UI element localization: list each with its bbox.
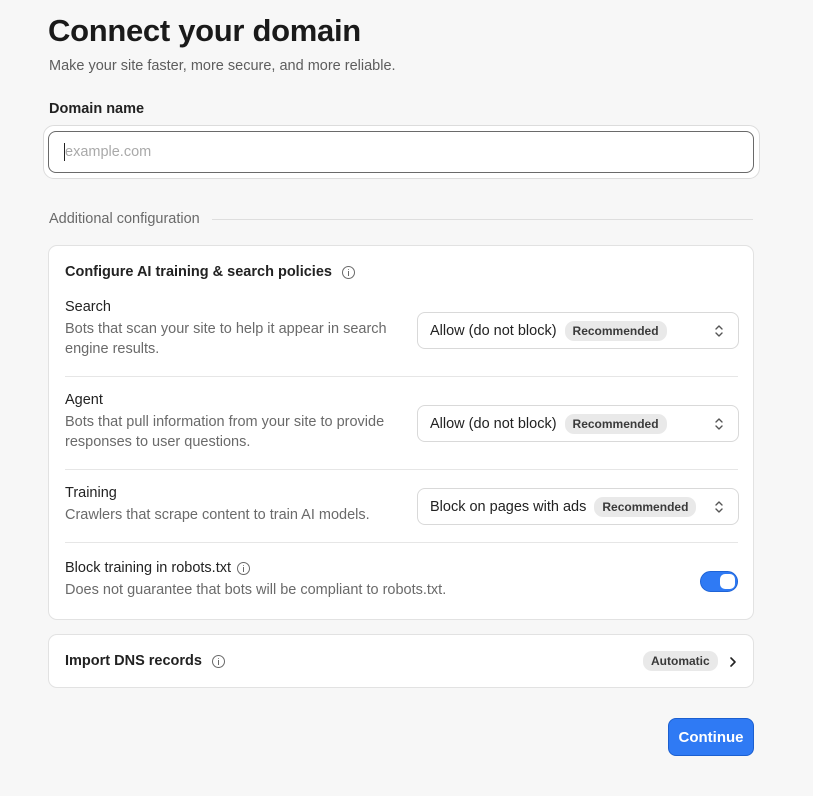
- row-divider: [65, 469, 738, 470]
- training-policy-select[interactable]: Block on pages with ads Recommended: [417, 488, 739, 525]
- toggle-knob: [720, 574, 735, 589]
- import-dns-title-text: Import DNS records: [65, 653, 202, 669]
- page-subtitle: Make your site faster, more secure, and …: [49, 58, 396, 74]
- robots-toggle[interactable]: [700, 571, 738, 592]
- row-divider: [65, 542, 738, 543]
- robots-title-text: Block training in robots.txt: [65, 560, 232, 576]
- policy-desc-agent: Bots that pull information from your sit…: [65, 414, 385, 450]
- ai-policies-title: Configure AI training & search policies: [65, 264, 355, 280]
- training-policy-value: Block on pages with ads: [430, 498, 587, 515]
- search-policy-value: Allow (do not block): [430, 322, 557, 339]
- ai-policies-title-text: Configure AI training & search policies: [65, 264, 332, 280]
- additional-config-header: Additional configuration: [49, 211, 753, 227]
- import-dns-title: Import DNS records: [65, 653, 225, 669]
- continue-button[interactable]: Continue: [668, 718, 754, 756]
- robots-title: Block training in robots.txt: [65, 560, 738, 576]
- agent-policy-select[interactable]: Allow (do not block) Recommended: [417, 405, 739, 442]
- info-icon[interactable]: [237, 561, 251, 575]
- page-title: Connect your domain: [48, 13, 361, 48]
- row-divider: [65, 376, 738, 377]
- section-divider: [211, 218, 753, 220]
- search-policy-select[interactable]: Allow (do not block) Recommended: [417, 312, 739, 349]
- recommended-badge: Recommended: [594, 496, 697, 517]
- import-dns-card[interactable]: Import DNS records Automatic: [48, 634, 754, 688]
- robots-desc: Does not guarantee that bots will be com…: [65, 582, 447, 598]
- domain-name-input[interactable]: [48, 131, 754, 173]
- agent-policy-value: Allow (do not block): [430, 415, 557, 432]
- additional-config-label: Additional configuration: [49, 211, 200, 227]
- recommended-badge: Recommended: [564, 413, 667, 434]
- ai-policies-card: Configure AI training & search policies …: [48, 245, 754, 620]
- policy-desc-training: Crawlers that scrape content to train AI…: [65, 507, 370, 523]
- connect-domain-page: Connect your domain Make your site faste…: [0, 0, 813, 796]
- policy-desc-search: Bots that scan your site to help it appe…: [65, 321, 387, 357]
- text-caret: [64, 143, 65, 161]
- automatic-badge: Automatic: [643, 651, 718, 671]
- info-icon[interactable]: [341, 265, 355, 279]
- chevron-right-icon: [730, 657, 736, 667]
- chevron-up-down-icon: [715, 418, 723, 430]
- robots-row: Block training in robots.txt Does not gu…: [65, 560, 738, 600]
- info-icon[interactable]: [211, 654, 225, 668]
- chevron-up-down-icon: [715, 325, 723, 337]
- domain-name-label: Domain name: [49, 101, 145, 117]
- chevron-up-down-icon: [715, 501, 723, 513]
- recommended-badge: Recommended: [564, 320, 667, 341]
